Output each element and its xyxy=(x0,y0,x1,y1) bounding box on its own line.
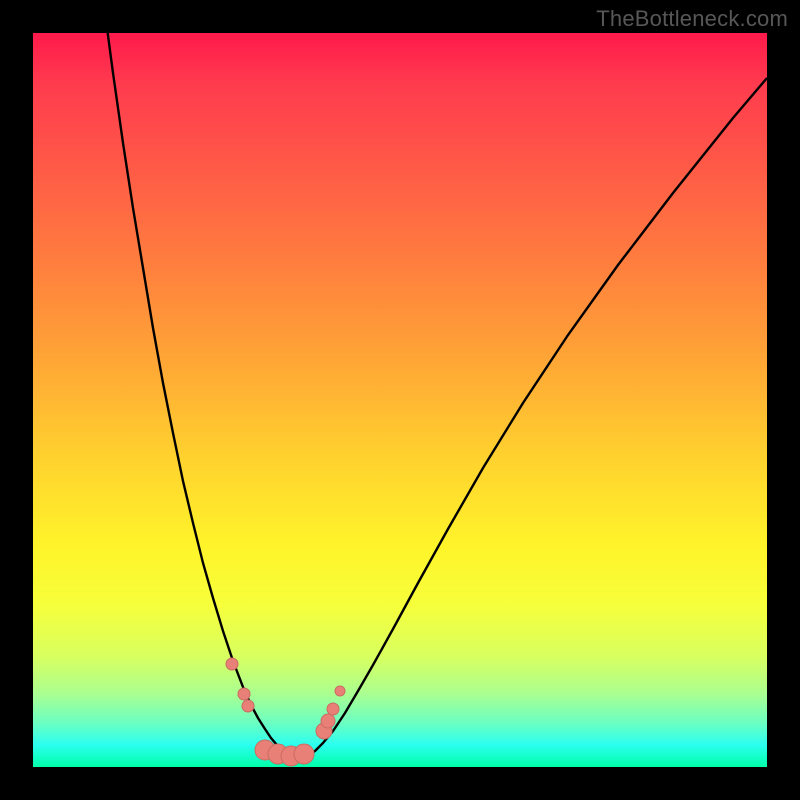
watermark-text: TheBottleneck.com xyxy=(596,6,788,32)
data-marker xyxy=(335,686,345,696)
chart-frame: TheBottleneck.com xyxy=(0,0,800,800)
data-markers-layer xyxy=(33,33,767,767)
data-marker xyxy=(321,714,335,728)
data-marker xyxy=(226,658,238,670)
data-marker xyxy=(327,703,339,715)
data-marker xyxy=(242,700,254,712)
data-marker xyxy=(294,744,314,764)
data-marker xyxy=(238,688,250,700)
